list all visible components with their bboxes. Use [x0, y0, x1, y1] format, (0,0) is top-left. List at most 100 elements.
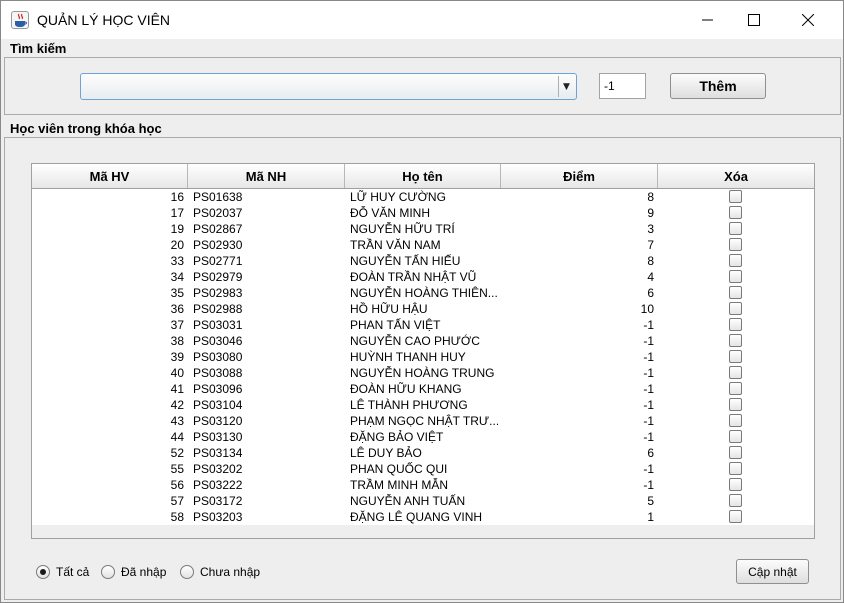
radio-entered[interactable]: Đã nhập [101, 564, 166, 580]
delete-checkbox[interactable] [729, 382, 742, 395]
radio-not-entered-label[interactable]: Chưa nhập [200, 565, 260, 579]
chevron-down-icon[interactable]: ▼ [558, 76, 574, 97]
delete-checkbox[interactable] [729, 302, 742, 315]
cell-ma-hv: 37 [170, 318, 184, 332]
delete-checkbox[interactable] [729, 430, 742, 443]
radio-all[interactable]: Tất cả [36, 564, 89, 580]
delete-checkbox[interactable] [729, 270, 742, 283]
delete-checkbox[interactable] [729, 318, 742, 331]
table-row[interactable]: 58 PS03203 ĐẶNG LÊ QUANG VINH 1 [32, 509, 814, 525]
delete-checkbox[interactable] [729, 190, 742, 203]
column-header-diem[interactable]: Điểm [501, 164, 658, 188]
update-button[interactable]: Cập nhật [736, 559, 809, 584]
maximize-button[interactable] [731, 1, 777, 39]
table-row[interactable]: 17 PS02037 ĐỖ VĂN MINH 9 [32, 205, 814, 221]
table-row[interactable]: 19 PS02867 NGUYỄN HỮU TRÍ 3 [32, 221, 814, 237]
delete-checkbox[interactable] [729, 238, 742, 251]
cell-diem: -1 [643, 366, 654, 380]
delete-checkbox[interactable] [729, 446, 742, 459]
cell-diem: -1 [643, 382, 654, 396]
cell-diem: 9 [647, 206, 654, 220]
table-row[interactable]: 52 PS03134 LÊ DUY BẢO 6 [32, 445, 814, 461]
delete-checkbox[interactable] [729, 350, 742, 363]
table-row[interactable]: 16 PS01638 LỮ HUY CƯỜNG 8 [32, 189, 814, 205]
cell-ho-ten: HỒ HỮU HẬU [350, 302, 428, 316]
table-row[interactable]: 38 PS03046 NGUYỄN CAO PHƯỚC -1 [32, 333, 814, 349]
minimize-button[interactable] [685, 1, 731, 39]
cell-diem: 6 [647, 286, 654, 300]
cell-diem: 8 [647, 190, 654, 204]
table-row[interactable]: 55 PS03202 PHAN QUỐC QUI -1 [32, 461, 814, 477]
table-row[interactable]: 20 PS02930 TRẦN VĂN NAM 7 [32, 237, 814, 253]
number-field[interactable]: -1 [599, 73, 646, 99]
cell-ma-nh: PS02983 [193, 286, 243, 300]
cell-ma-nh: PS03120 [193, 414, 243, 428]
table-row[interactable]: 33 PS02771 NGUYỄN TẤN HIẾU 8 [32, 253, 814, 269]
cell-ho-ten: TRẦN VĂN NAM [350, 238, 441, 252]
delete-checkbox[interactable] [729, 398, 742, 411]
column-header-xoa[interactable]: Xóa [658, 164, 814, 188]
cell-ho-ten: PHAN QUỐC QUI [350, 462, 448, 476]
cell-ma-hv: 41 [170, 382, 184, 396]
delete-checkbox[interactable] [729, 286, 742, 299]
delete-checkbox[interactable] [729, 366, 742, 379]
delete-checkbox[interactable] [729, 478, 742, 491]
students-table: Mã HV Mã NH Họ tên Điểm Xóa 16 PS01638 LỮ … [31, 163, 815, 539]
delete-checkbox[interactable] [729, 254, 742, 267]
table-row[interactable]: 56 PS03222 TRẦM MINH MẪN -1 [32, 477, 814, 493]
cell-diem: 5 [647, 494, 654, 508]
cell-diem: -1 [643, 318, 654, 332]
cell-ho-ten: PHAN TẤN VIỆT [350, 318, 441, 332]
radio-entered-label[interactable]: Đã nhập [121, 565, 166, 579]
table-row[interactable]: 57 PS03172 NGUYỄN ANH TUẤN 5 [32, 493, 814, 509]
column-header-ho-ten[interactable]: Họ tên [345, 164, 501, 188]
radio-not-entered[interactable]: Chưa nhập [180, 564, 260, 580]
delete-checkbox[interactable] [729, 414, 742, 427]
cell-ma-hv: 33 [170, 254, 184, 268]
delete-checkbox[interactable] [729, 462, 742, 475]
table-row[interactable]: 43 PS03120 PHẠM NGỌC NHẬT TRƯ... -1 [32, 413, 814, 429]
cell-ma-hv: 35 [170, 286, 184, 300]
search-combobox[interactable]: ▼ [80, 73, 577, 100]
table-row[interactable]: 40 PS03088 NGUYỄN HOÀNG TRUNG -1 [32, 365, 814, 381]
title-bar: QUẢN LÝ HỌC VIÊN [1, 1, 843, 39]
cell-ho-ten: NGUYỄN CAO PHƯỚC [350, 334, 480, 348]
delete-checkbox[interactable] [729, 334, 742, 347]
table-row[interactable]: 35 PS02983 NGUYỄN HOÀNG THIÊN... 6 [32, 285, 814, 301]
delete-checkbox[interactable] [729, 206, 742, 219]
radio-all-label[interactable]: Tất cả [56, 565, 89, 579]
radio-entered-indicator[interactable] [101, 565, 115, 579]
cell-ma-nh: PS03202 [193, 462, 243, 476]
cell-ma-nh: PS02771 [193, 254, 243, 268]
cell-ho-ten: LỮ HUY CƯỜNG [350, 190, 446, 204]
delete-checkbox[interactable] [729, 494, 742, 507]
table-row[interactable]: 37 PS03031 PHAN TẤN VIỆT -1 [32, 317, 814, 333]
table-row[interactable]: 42 PS03104 LÊ THÀNH PHƯƠNG -1 [32, 397, 814, 413]
cell-ho-ten: LÊ THÀNH PHƯƠNG [350, 398, 468, 412]
minimize-icon [702, 19, 713, 21]
cell-ho-ten: LÊ DUY BẢO [350, 446, 422, 460]
add-button[interactable]: Thêm [670, 73, 766, 99]
radio-all-indicator[interactable] [36, 565, 50, 579]
search-section-label: Tìm kiếm [10, 41, 67, 56]
delete-checkbox[interactable] [729, 222, 742, 235]
cell-ma-hv: 36 [170, 302, 184, 316]
cell-ma-nh: PS02037 [193, 206, 243, 220]
table-row[interactable]: 44 PS03130 ĐẶNG BẢO VIỆT -1 [32, 429, 814, 445]
cell-ma-hv: 38 [170, 334, 184, 348]
table-row[interactable]: 41 PS03096 ĐOÀN HỮU KHANG -1 [32, 381, 814, 397]
cell-diem: 4 [647, 270, 654, 284]
close-icon [802, 14, 814, 26]
radio-not-entered-indicator[interactable] [180, 565, 194, 579]
delete-checkbox[interactable] [729, 510, 742, 523]
cell-ma-hv: 44 [170, 430, 184, 444]
close-button[interactable] [785, 1, 831, 39]
cell-ho-ten: NGUYỄN HỮU TRÍ [350, 222, 455, 236]
column-header-ma-hv[interactable]: Mã HV [32, 164, 188, 188]
table-row[interactable]: 34 PS02979 ĐOÀN TRẦN NHẬT VŨ 4 [32, 269, 814, 285]
cell-ma-nh: PS01638 [193, 190, 243, 204]
column-header-ma-nh[interactable]: Mã NH [188, 164, 345, 188]
table-row[interactable]: 36 PS02988 HỒ HỮU HẬU 10 [32, 301, 814, 317]
maximize-icon [748, 14, 760, 26]
table-row[interactable]: 39 PS03080 HUỲNH THANH HUY -1 [32, 349, 814, 365]
